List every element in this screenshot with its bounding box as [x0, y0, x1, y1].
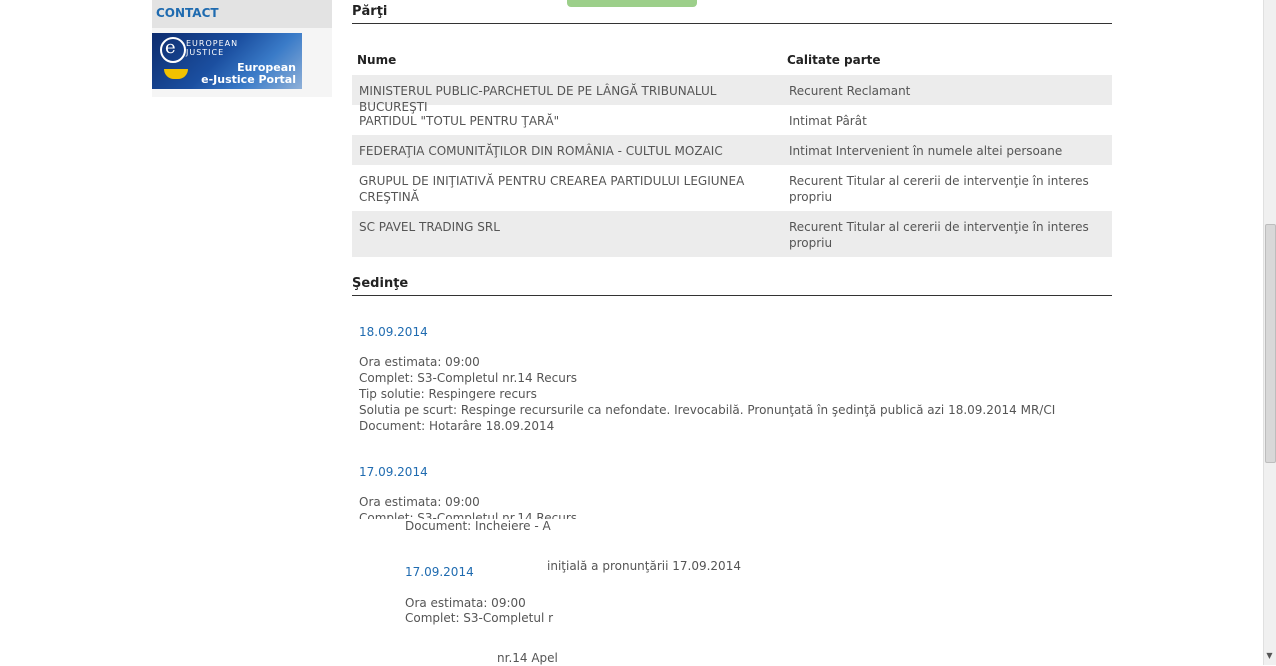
logo-text-top: EUROPEAN: [186, 39, 239, 48]
session-complet: Complet: S3-Completul r: [405, 611, 554, 625]
artifact-apel: nr.14 Apel: [497, 651, 558, 665]
session-time: Ora estimata: 09:00: [405, 596, 526, 610]
session-complet: Complet: S3-Completul nr.14 Recurs: [359, 371, 577, 385]
sidebar-item-contact[interactable]: CONTACT: [152, 0, 332, 28]
party-name: SC PAVEL TRADING SRL: [359, 220, 500, 234]
artifact-document: Document: Incheiere - A: [405, 519, 551, 533]
column-header-name: Nume: [357, 53, 397, 67]
session-document: Document: Hotarâre 18.09.2014: [359, 419, 555, 433]
party-name: PARTIDUL "TOTUL PENTRU ŢARĂ": [359, 114, 560, 128]
table-row: MINISTERUL PUBLIC-PARCHETUL DE PE LÂNGĂ …: [352, 75, 1112, 114]
party-role: Intimat Intervenient în numele altei per…: [789, 144, 1063, 158]
party-role: Recurent Titular al cererii de intervenţ…: [789, 174, 1089, 204]
table-row: FEDERAŢIA COMUNITĂŢILOR DIN ROMÂNIA - CU…: [352, 135, 1112, 165]
session-solution-type: Tip solutie: Respingere recurs: [359, 387, 537, 401]
section-title-sedinte: Şedinţe: [352, 276, 409, 291]
table-row: PARTIDUL "TOTUL PENTRU ŢARĂ" Intimat Pâr…: [352, 105, 1112, 135]
table-row: GRUPUL DE INIŢIATIVĂ PENTRU CREAREA PART…: [352, 165, 1112, 211]
session-entry: 17.09.2014 Ora estimata: 09:00 Complet: …: [359, 464, 577, 519]
scale-icon: [164, 69, 188, 79]
artifact-initiala: iniţială a pronunţării 17.09.2014: [547, 559, 741, 573]
table-row: SC PAVEL TRADING SRL Recurent Titular al…: [352, 211, 1112, 257]
european-ejustice-logo[interactable]: e EUROPEAN JUSTICE European e-Justice Por…: [152, 33, 302, 89]
session-time: Ora estimata: 09:00: [359, 355, 480, 369]
contact-link[interactable]: CONTACT: [156, 6, 219, 20]
party-name: GRUPUL DE INIŢIATIVĂ PENTRU CREAREA PART…: [359, 174, 745, 204]
render-artifact-region: [352, 520, 552, 665]
session-date[interactable]: 18.09.2014: [359, 324, 1055, 340]
session-date[interactable]: 17.09.2014: [405, 564, 474, 580]
scroll-down-icon[interactable]: ▼: [1265, 651, 1274, 662]
section-header-parti: Părţi: [352, 4, 1112, 24]
section-title-parti: Părţi: [352, 4, 388, 19]
party-name: FEDERAŢIA COMUNITĂŢILOR DIN ROMÂNIA - CU…: [359, 144, 723, 158]
column-header-role: Calitate parte: [787, 53, 881, 67]
party-role: Recurent Titular al cererii de intervenţ…: [789, 220, 1089, 250]
session-date[interactable]: 17.09.2014: [359, 464, 577, 480]
section-header-sedinte: Şedinţe: [352, 276, 1112, 296]
session-time: Ora estimata: 09:00: [359, 495, 480, 509]
scrollbar-thumb[interactable]: [1265, 224, 1276, 463]
session-solution-summary: Solutia pe scurt: Respinge recursurile c…: [359, 403, 1056, 417]
party-role: Recurent Reclamant: [789, 84, 911, 98]
logo-text-bottom: European e-Justice Portal: [201, 61, 296, 86]
party-role: Intimat Pârât: [789, 114, 867, 128]
session-entry: 18.09.2014 Ora estimata: 09:00 Complet: …: [359, 324, 1055, 434]
logo-text-mid: JUSTICE: [186, 48, 225, 57]
